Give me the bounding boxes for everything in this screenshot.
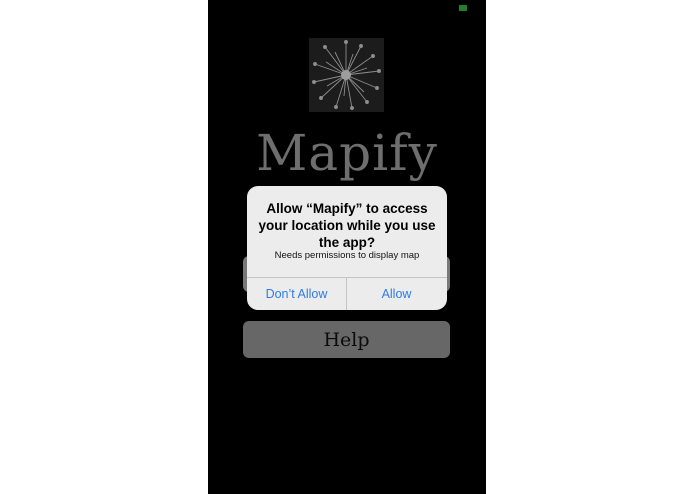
location-permission-alert: Allow “Mapify” to access your location w… <box>247 186 447 310</box>
app-screen: Mapify Help Allow “Mapify” to access you… <box>208 0 486 494</box>
dont-allow-button[interactable]: Don’t Allow <box>247 278 346 310</box>
alert-message: Needs permissions to display map <box>274 250 420 261</box>
alert-title: Allow “Mapify” to access your location w… <box>258 201 436 250</box>
allow-button[interactable]: Allow <box>347 278 446 310</box>
